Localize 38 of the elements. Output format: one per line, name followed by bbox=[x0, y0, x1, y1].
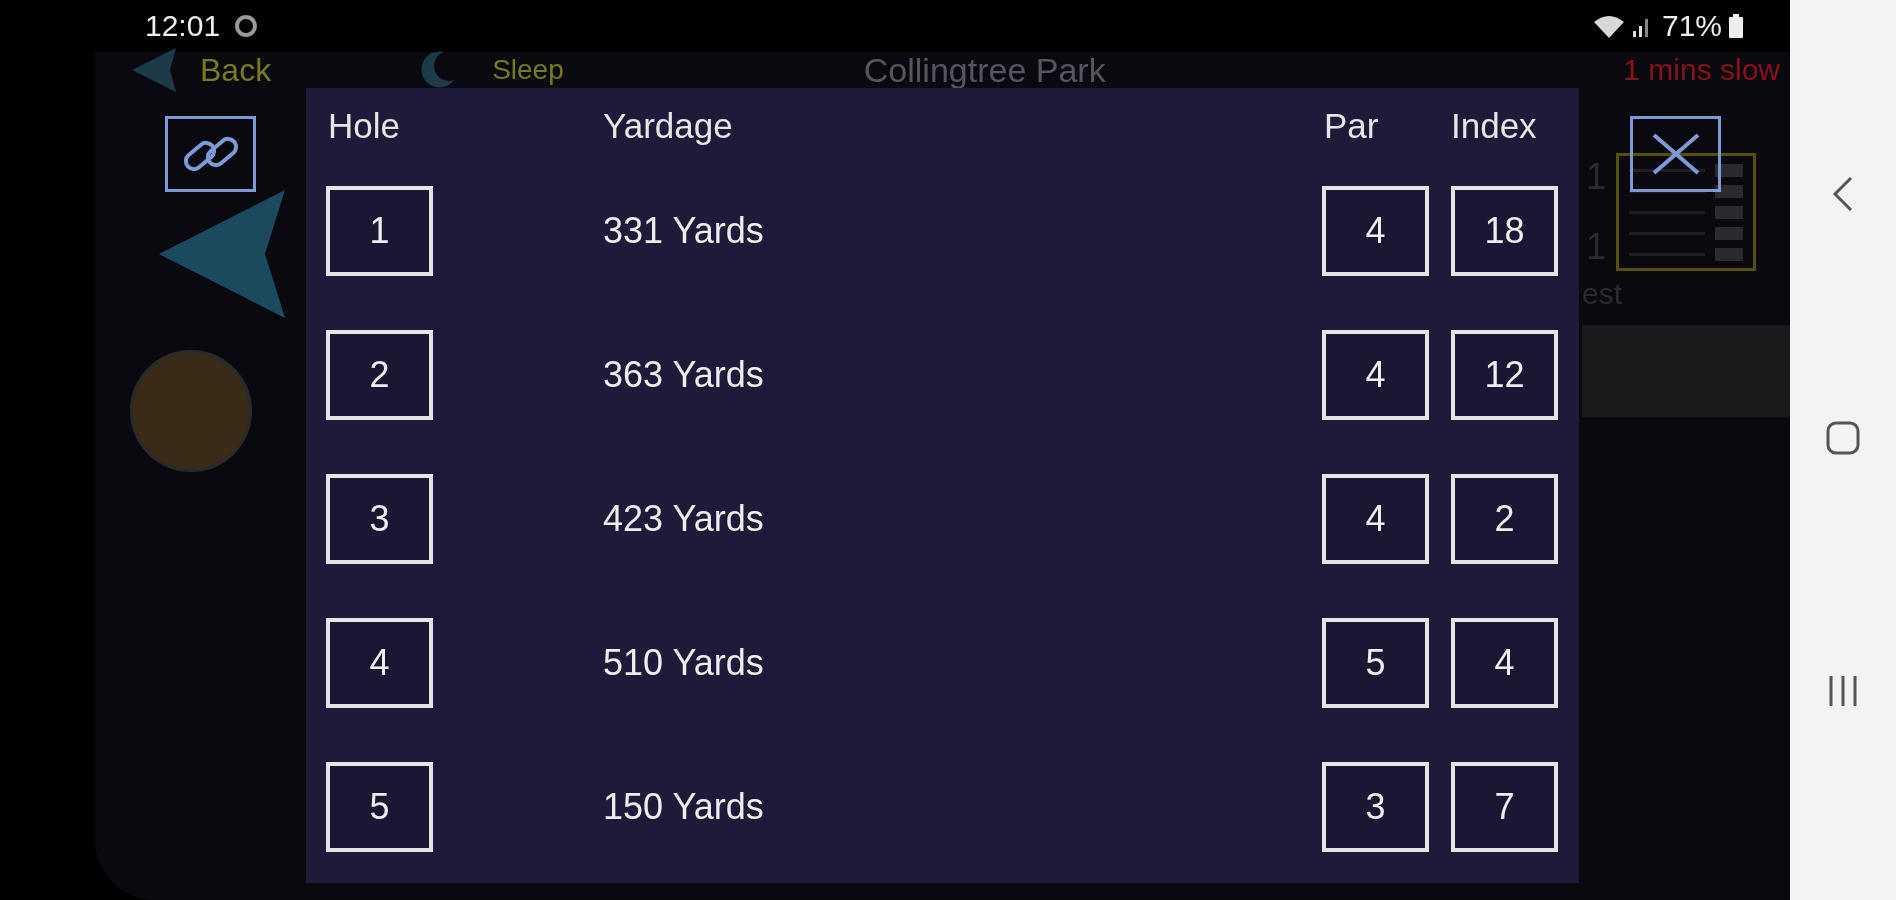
scorecard-thumbnail[interactable] bbox=[1616, 153, 1757, 271]
back-link[interactable]: Back bbox=[200, 51, 272, 89]
hole-number-field[interactable]: 3 bbox=[326, 474, 433, 564]
yardage-text: 331 Yards bbox=[603, 210, 765, 252]
ring-icon bbox=[234, 14, 259, 38]
index-field[interactable]: 12 bbox=[1451, 330, 1558, 420]
wifi-icon bbox=[1591, 13, 1626, 39]
clock-time: 12:01 bbox=[145, 9, 221, 43]
yardage-text: 150 Yards bbox=[603, 786, 765, 828]
hole-number-field[interactable]: 2 bbox=[326, 330, 433, 420]
column-header: Par bbox=[1324, 106, 1380, 146]
battery-percent: 71% bbox=[1661, 9, 1722, 43]
battery-icon bbox=[1728, 13, 1744, 39]
yardage-text: 510 Yards bbox=[603, 642, 765, 684]
course-title: Collingtree Park bbox=[863, 50, 1106, 90]
par-field[interactable]: 5 bbox=[1322, 618, 1429, 708]
yardage-text: 363 Yards bbox=[603, 354, 765, 396]
par-field[interactable]: 4 bbox=[1322, 186, 1429, 276]
back-icon[interactable] bbox=[1831, 174, 1855, 214]
column-header: Hole bbox=[328, 106, 401, 146]
index-field[interactable]: 7 bbox=[1451, 762, 1558, 852]
close-button[interactable] bbox=[1630, 116, 1721, 192]
link-button[interactable] bbox=[165, 116, 256, 192]
column-header: Index bbox=[1451, 106, 1538, 146]
par-field[interactable]: 3 bbox=[1322, 762, 1429, 852]
index-field[interactable]: 18 bbox=[1451, 186, 1558, 276]
index-field[interactable]: 2 bbox=[1451, 474, 1558, 564]
hole-number-field[interactable]: 1 bbox=[326, 186, 433, 276]
hole-number-field[interactable]: 5 bbox=[326, 762, 433, 852]
column-header: Yardage bbox=[603, 106, 734, 146]
yardage-text: 423 Yards bbox=[603, 498, 765, 540]
par-field[interactable]: 4 bbox=[1322, 330, 1429, 420]
pace-status: 1 mins slow bbox=[1623, 53, 1780, 87]
hole-number-field[interactable]: 4 bbox=[326, 618, 433, 708]
index-field[interactable]: 4 bbox=[1451, 618, 1558, 708]
home-icon[interactable] bbox=[1825, 420, 1861, 456]
sleep-link[interactable]: Sleep bbox=[492, 54, 564, 86]
par-field[interactable]: 4 bbox=[1322, 474, 1429, 564]
